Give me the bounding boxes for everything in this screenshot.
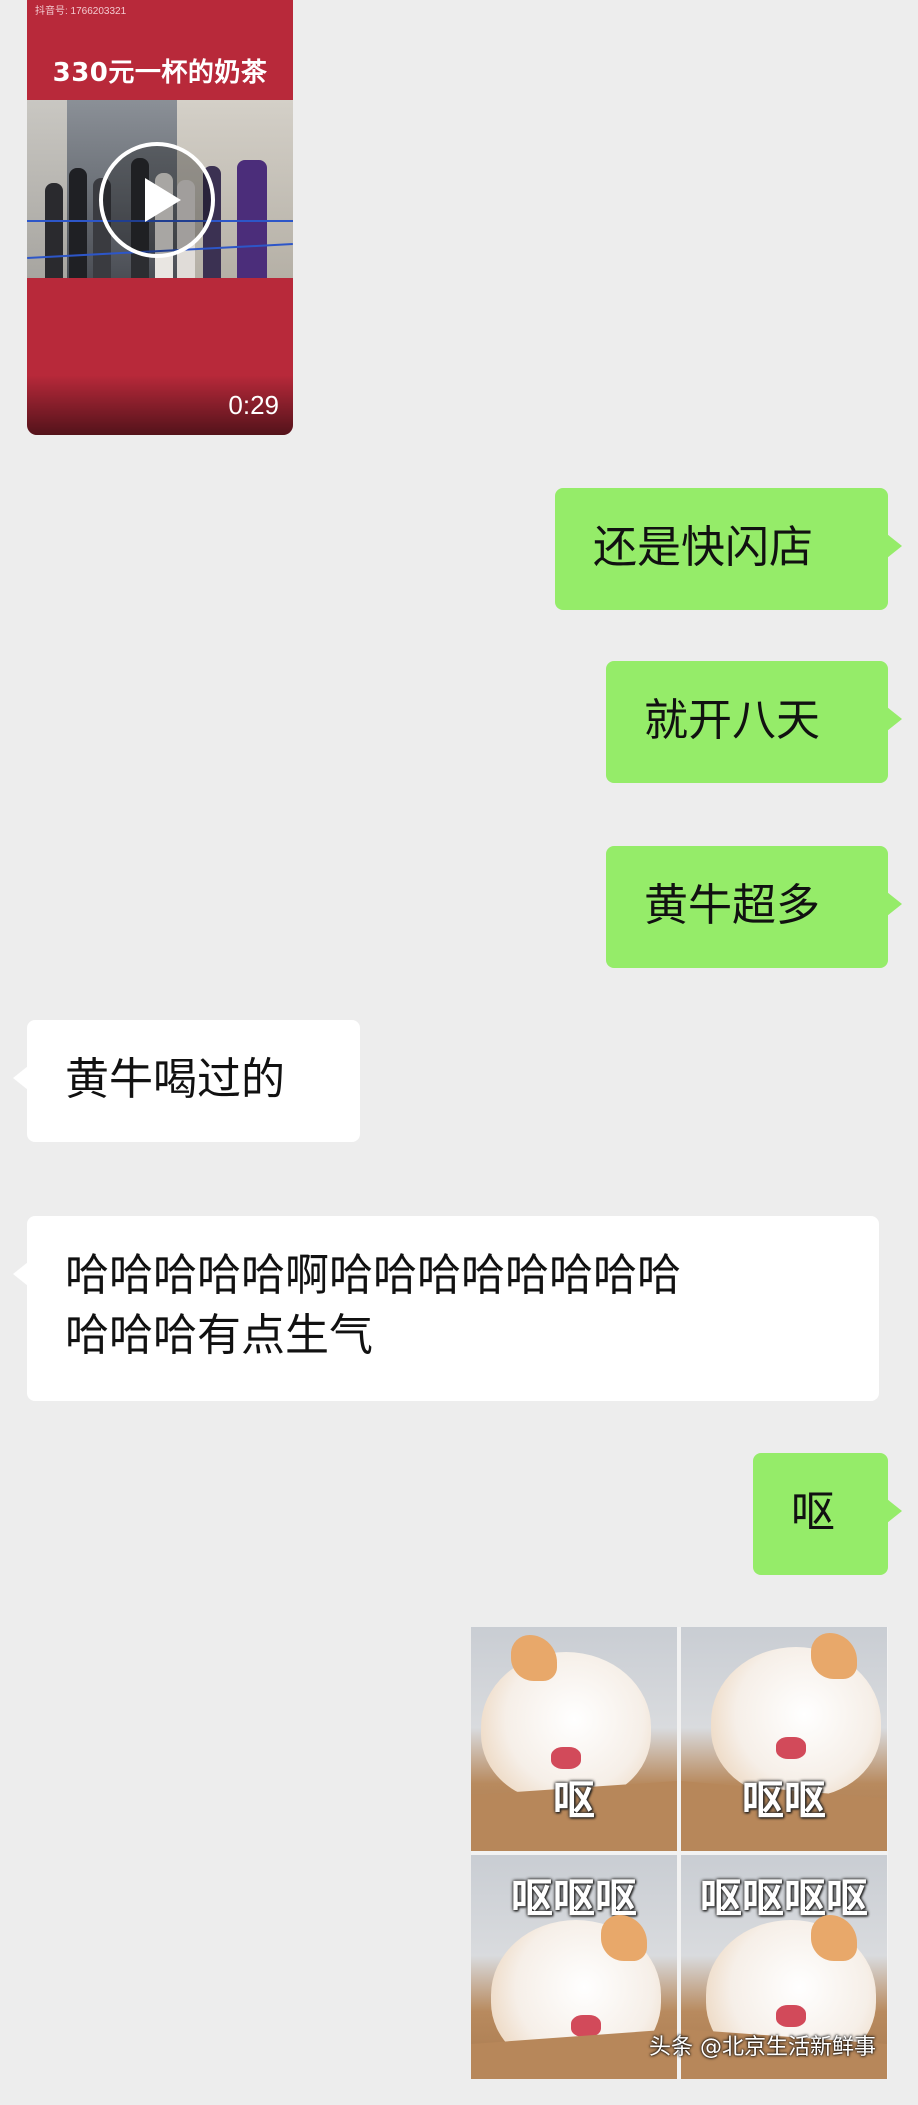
message-text: 还是快闪店 — [593, 522, 813, 573]
sticker-panel-3: 呕呕呕 — [471, 1855, 677, 2079]
sticker-image[interactable]: 呕 呕呕 呕呕呕 呕呕呕呕 头条 @北京生活新鲜事 — [471, 1627, 888, 2079]
message-bubble-sent[interactable]: 还是快闪店 — [555, 488, 902, 610]
play-icon — [145, 178, 181, 222]
message-text-line-1: 哈哈哈哈哈啊哈哈哈哈哈哈哈哈 — [65, 1250, 681, 1301]
video-message-card[interactable]: 抖音号: 1766203321 330元一杯的奶茶 0:29 — [27, 0, 293, 435]
message-text: 黄牛喝过的 — [65, 1054, 285, 1105]
message-bubble-sent[interactable]: 黄牛超多 — [606, 846, 902, 968]
message-text: 就开八天 — [644, 695, 820, 746]
play-button[interactable] — [99, 142, 215, 258]
sticker-panel-2: 呕呕 — [681, 1627, 887, 1851]
sticker-caption-4: 呕呕呕呕 — [699, 1874, 868, 1923]
message-bubble-received[interactable]: 黄牛喝过的 — [13, 1020, 360, 1142]
message-bubble-sent[interactable]: 呕 — [753, 1453, 902, 1575]
message-bubble-received[interactable]: 哈哈哈哈哈啊哈哈哈哈哈哈哈哈 哈哈哈有点生气 — [13, 1216, 879, 1401]
watermark: 头条 @北京生活新鲜事 — [649, 2035, 876, 2060]
message-text: 呕 — [791, 1487, 835, 1538]
video-title: 330元一杯的奶茶 — [52, 58, 268, 88]
video-duration: 0:29 — [228, 390, 279, 420]
video-account-id: 抖音号: 1766203321 — [35, 6, 127, 17]
message-text: 黄牛超多 — [644, 880, 820, 931]
message-text-line-2: 哈哈哈有点生气 — [65, 1310, 373, 1361]
sticker-caption-1: 呕 — [552, 1776, 595, 1825]
sticker-caption-2: 呕呕 — [741, 1776, 826, 1825]
message-bubble-sent[interactable]: 就开八天 — [606, 661, 902, 783]
sticker-caption-3: 呕呕呕 — [510, 1874, 637, 1923]
sticker-panel-1: 呕 — [471, 1627, 677, 1851]
